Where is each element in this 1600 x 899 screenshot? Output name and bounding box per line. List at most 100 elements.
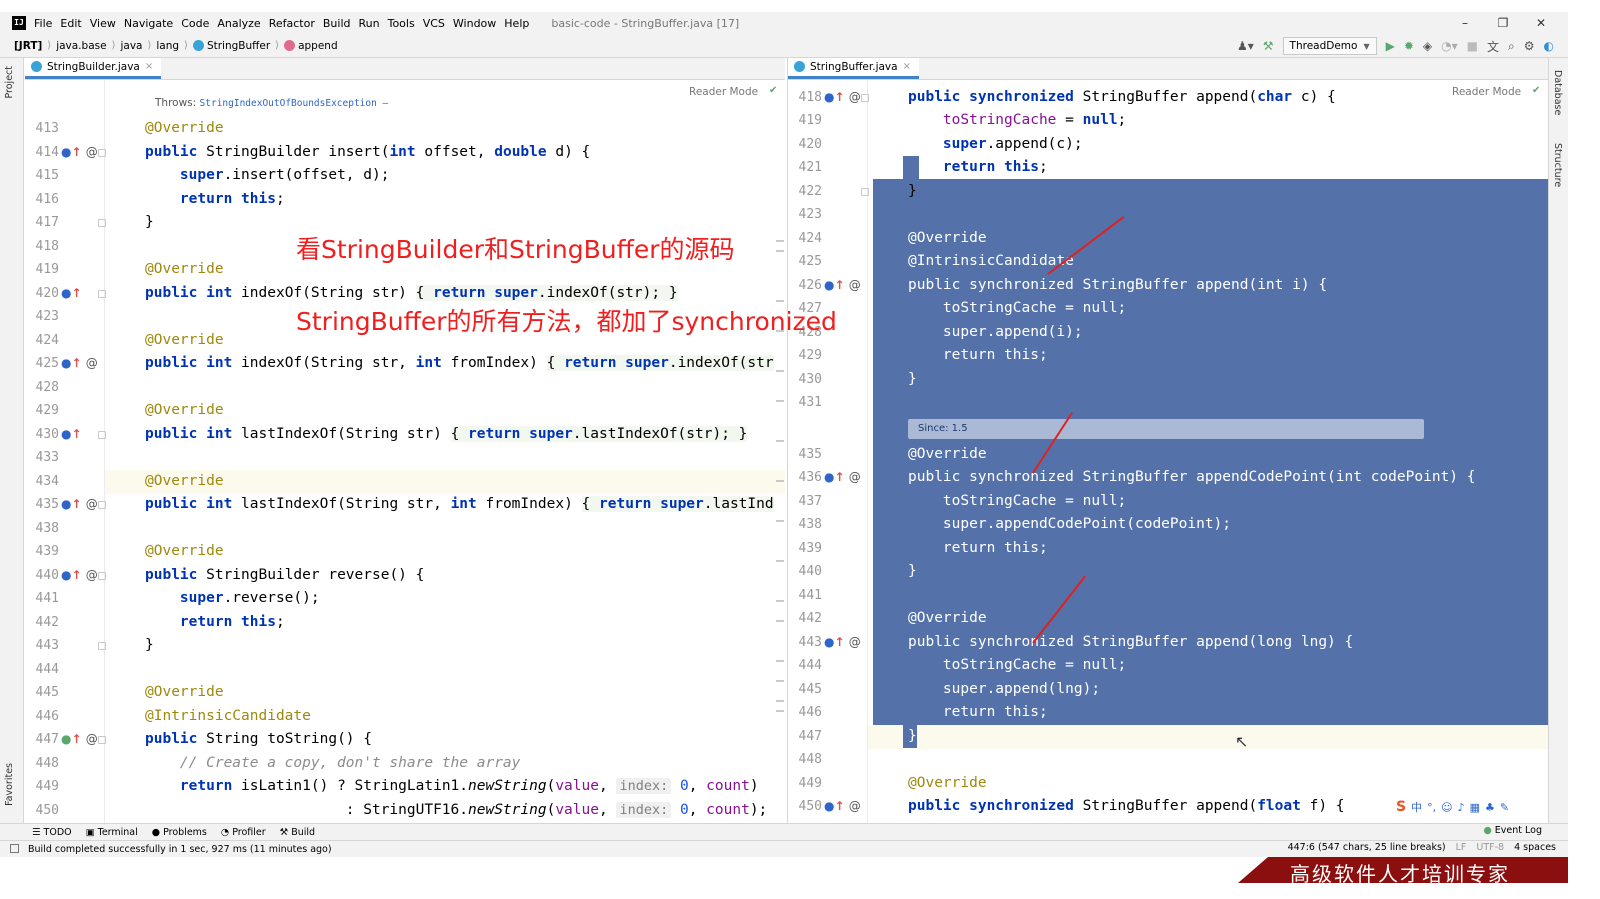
- menu-analyze[interactable]: Analyze: [217, 17, 260, 30]
- code-line: 423: [798, 207, 822, 222]
- code-area-left[interactable]: Throws: StringIndexOutOfBoundsException …: [25, 80, 785, 823]
- code-line: 449 return isLatin1() ? StringLatin1.new…: [35, 778, 759, 794]
- breadcrumb-jrt[interactable]: [JRT]: [14, 40, 42, 52]
- code-line: 438: [35, 521, 59, 536]
- menu-tools[interactable]: Tools: [388, 17, 415, 30]
- menu-help[interactable]: Help: [504, 17, 529, 30]
- stop-icon[interactable]: ■: [1467, 39, 1478, 53]
- mouse-cursor-icon: ↖: [1235, 732, 1249, 751]
- event-log-button[interactable]: ● Event Log: [1483, 825, 1542, 836]
- ime-chinese-icon[interactable]: 中: [1411, 799, 1422, 815]
- run-icon[interactable]: ▶: [1386, 39, 1395, 53]
- close-icon[interactable]: ×: [903, 61, 911, 72]
- menu-refactor[interactable]: Refactor: [269, 17, 315, 30]
- editor-tabbar-right: StringBuffer.java ×: [788, 58, 1548, 80]
- override-marker-icon[interactable]: ●↑: [61, 282, 82, 306]
- breadcrumb-stringbuffer[interactable]: StringBuffer: [207, 40, 270, 52]
- breadcrumb-java[interactable]: java: [120, 40, 142, 52]
- menu-edit[interactable]: Edit: [60, 17, 81, 30]
- close-icon[interactable]: ×: [145, 61, 153, 72]
- favorites-tool-tab[interactable]: Favorites: [4, 763, 15, 806]
- override-marker-icon[interactable]: ●↑ @: [61, 352, 98, 376]
- ime-tools-icon[interactable]: ✎: [1500, 801, 1509, 814]
- code-line: 414 ●↑ @ public StringBuilder insert(int o…: [25, 141, 785, 165]
- override-marker-icon[interactable]: ●↑ @: [824, 274, 861, 298]
- indent-setting[interactable]: 4 spaces: [1514, 842, 1556, 853]
- profiler-tool-button[interactable]: ◔ Profiler: [221, 827, 266, 838]
- override-marker-icon[interactable]: ●↑ @: [61, 564, 98, 588]
- code-line: 435 ●↑ @ public int lastIndexOf(String str…: [25, 493, 785, 517]
- gear-icon[interactable]: ⚙: [1524, 39, 1535, 53]
- ime-keyboard-icon[interactable]: ▦: [1470, 801, 1480, 814]
- menu-build[interactable]: Build: [323, 17, 351, 30]
- database-tool-tab[interactable]: Database: [1552, 70, 1563, 115]
- todo-tool-button[interactable]: ☰ TODO: [32, 827, 72, 838]
- override-marker-icon[interactable]: ●↑: [61, 423, 82, 447]
- editor-pane-right[interactable]: StringBuffer.java × Since: 1.5 418 ●↑ @ pu…: [787, 58, 1548, 823]
- terminal-tool-button[interactable]: ▣ Terminal: [86, 827, 138, 838]
- class-icon: [794, 61, 805, 72]
- structure-tool-tab[interactable]: Structure: [1552, 143, 1563, 187]
- ime-toolbar[interactable]: S 中 °, ☺ ♪ ▦ ♣ ✎: [1396, 797, 1509, 817]
- override-marker-icon[interactable]: ●↑ @: [824, 86, 861, 110]
- run-configuration-select[interactable]: ThreadDemo ▼: [1282, 37, 1377, 55]
- editor-pane-left[interactable]: StringBuilder.java × Reader Mode ✔ Throw…: [25, 58, 785, 823]
- ime-skin-icon[interactable]: ♣: [1485, 801, 1495, 814]
- tab-stringbuffer-java[interactable]: StringBuffer.java ×: [788, 58, 919, 79]
- ime-emoji-icon[interactable]: ☺: [1441, 801, 1452, 814]
- code-line: 443 ●↑ @ public synchronized StringBuffer …: [788, 631, 1548, 655]
- override-marker-icon[interactable]: ●↑ @: [824, 795, 861, 819]
- menu-code[interactable]: Code: [181, 17, 209, 30]
- override-marker-icon[interactable]: ●↑ @: [61, 493, 98, 517]
- debug-icon[interactable]: ✹: [1404, 39, 1414, 53]
- override-marker-icon[interactable]: ●↑ @: [824, 466, 861, 490]
- build-tool-button[interactable]: ⚒ Build: [280, 827, 315, 838]
- problems-tool-button[interactable]: ● Problems: [152, 827, 207, 838]
- menu-navigate[interactable]: Navigate: [124, 17, 173, 30]
- code-line: 449 @Override: [798, 775, 987, 791]
- code-line: 426 ●↑ @ public synchronized StringBuffer …: [788, 274, 1548, 298]
- code-line: 416 return this;: [35, 191, 285, 207]
- code-line: 438 super.appendCodePoint(codePoint);: [798, 516, 1232, 532]
- menu-window[interactable]: Window: [453, 17, 496, 30]
- tab-stringbuilder-java[interactable]: StringBuilder.java ×: [25, 58, 162, 79]
- coverage-icon[interactable]: ◈: [1423, 39, 1432, 53]
- line-separator[interactable]: LF: [1456, 842, 1467, 853]
- code-line: 440 ●↑ @ public StringBuilder reverse() {: [25, 564, 785, 588]
- code-line: 445 @Override: [35, 684, 224, 700]
- search-icon[interactable]: ⌕: [1508, 39, 1515, 54]
- override-marker-icon[interactable]: ●↑ @: [61, 728, 98, 752]
- caret-position[interactable]: 447:6 (547 chars, 25 line breaks): [1288, 842, 1446, 853]
- override-marker-icon[interactable]: ●↑ @: [61, 141, 98, 165]
- plugin-icon[interactable]: ◐: [1544, 39, 1554, 53]
- menu-vcs[interactable]: VCS: [423, 17, 445, 30]
- override-marker-icon[interactable]: ●↑ @: [824, 631, 861, 655]
- code-line: 448 // Create a copy, don't share the ar…: [35, 755, 521, 771]
- file-encoding[interactable]: UTF-8: [1476, 842, 1504, 853]
- translate-icon[interactable]: 文: [1487, 38, 1499, 55]
- code-area-right[interactable]: Since: 1.5 418 ●↑ @ public synchronized St…: [788, 80, 1548, 823]
- user-icon[interactable]: ♟▾: [1237, 39, 1254, 53]
- breadcrumb-append[interactable]: append: [298, 40, 338, 52]
- code-line: 437 toStringCache = null;: [798, 493, 1127, 509]
- navigation-bar: [JRT] ⟩ java.base ⟩ java ⟩ lang ⟩ String…: [0, 34, 1568, 58]
- menu-run[interactable]: Run: [359, 17, 380, 30]
- ime-mic-icon[interactable]: ♪: [1458, 801, 1465, 814]
- ime-punct-icon[interactable]: °,: [1427, 801, 1436, 814]
- project-tool-tab[interactable]: Project: [4, 66, 15, 99]
- breadcrumb-lang[interactable]: lang: [156, 40, 179, 52]
- close-window-button[interactable]: ✕: [1522, 16, 1560, 30]
- overlay-caption-1: 看StringBuilder和StringBuffer的源码: [296, 235, 735, 264]
- breadcrumb-java-base[interactable]: java.base: [56, 40, 106, 52]
- code-line: 429 return this;: [798, 347, 1048, 363]
- restore-button[interactable]: ❐: [1484, 16, 1522, 30]
- menu-view[interactable]: View: [90, 17, 116, 30]
- reader-mode-toggle[interactable]: Reader Mode: [1452, 86, 1521, 98]
- menu-file[interactable]: File: [34, 17, 52, 30]
- profile-icon[interactable]: ◔▾: [1441, 39, 1458, 53]
- build-hammer-icon[interactable]: ⚒: [1263, 39, 1274, 53]
- minimize-button[interactable]: –: [1446, 16, 1484, 30]
- code-line: 442 return this;: [35, 614, 285, 630]
- code-line: 425 @IntrinsicCandidate: [798, 253, 1074, 269]
- screen-edge: [1568, 0, 1600, 899]
